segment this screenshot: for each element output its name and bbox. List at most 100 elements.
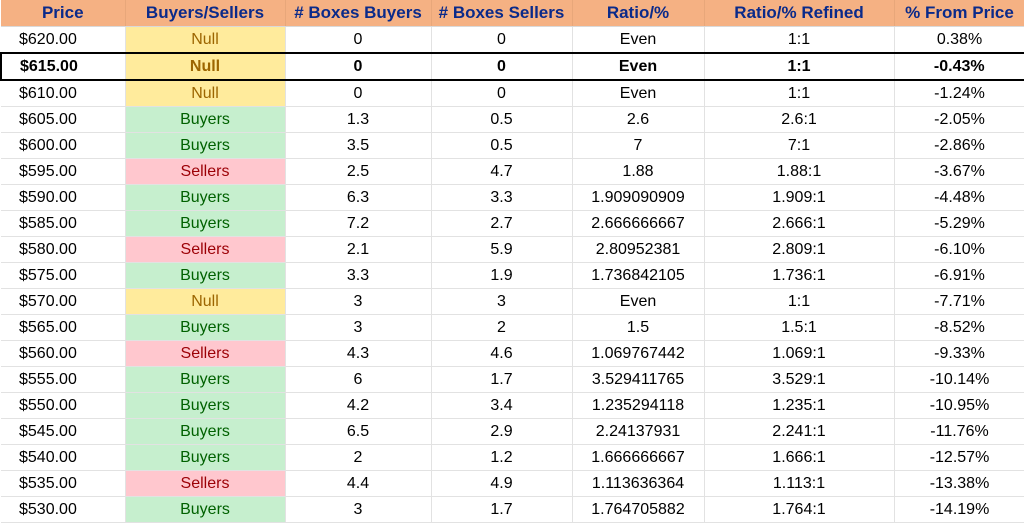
boxes-sellers-cell[interactable]: 0 [431,80,573,107]
buyers-sellers-cell[interactable]: Null [125,288,286,315]
pct-from-price-cell[interactable]: -3.67% [894,158,1024,185]
boxes-buyers-cell[interactable]: 6.5 [285,418,432,445]
boxes-sellers-cell[interactable]: 1.2 [431,444,573,471]
boxes-sellers-cell[interactable]: 3.4 [431,392,573,419]
pct-from-price-cell[interactable]: -2.86% [894,132,1024,159]
ratio-cell[interactable]: 1.069767442 [572,340,705,367]
pct-from-price-cell[interactable]: -8.52% [894,314,1024,341]
ratio-cell[interactable]: 2.666666667 [572,210,705,237]
buyers-sellers-cell[interactable]: Buyers [125,210,286,237]
buyers-sellers-cell[interactable]: Buyers [125,106,286,133]
pct-from-price-cell[interactable]: -12.57% [894,444,1024,471]
header-pct-from-price[interactable]: % From Price [894,0,1024,27]
pct-from-price-cell[interactable]: -5.29% [894,210,1024,237]
price-cell[interactable]: $590.00 [1,184,126,211]
boxes-sellers-cell[interactable]: 1.9 [431,262,573,289]
ratio-cell[interactable]: 2.80952381 [572,236,705,263]
ratio-refined-cell[interactable]: 1:1 [704,52,895,81]
boxes-sellers-cell[interactable]: 1.7 [431,496,573,523]
boxes-sellers-cell[interactable]: 0.5 [431,132,573,159]
ratio-cell[interactable]: 7 [572,132,705,159]
buyers-sellers-cell[interactable]: Sellers [125,340,286,367]
price-cell[interactable]: $555.00 [1,366,126,393]
boxes-buyers-cell[interactable]: 3.5 [285,132,432,159]
ratio-refined-cell[interactable]: 1.235:1 [704,392,895,419]
boxes-sellers-cell[interactable]: 0 [431,26,573,54]
pct-from-price-cell[interactable]: -11.76% [894,418,1024,445]
boxes-sellers-cell[interactable]: 5.9 [431,236,573,263]
header-boxes-sellers[interactable]: # Boxes Sellers [431,0,573,27]
boxes-buyers-cell[interactable]: 2 [285,444,432,471]
ratio-cell[interactable]: Even [572,288,705,315]
buyers-sellers-cell[interactable]: Buyers [125,132,286,159]
buyers-sellers-cell[interactable]: Buyers [125,314,286,341]
ratio-cell[interactable]: Even [572,80,705,107]
header-ratio[interactable]: Ratio/% [572,0,705,27]
ratio-cell[interactable]: 1.113636364 [572,470,705,497]
boxes-sellers-cell[interactable]: 4.9 [431,470,573,497]
boxes-buyers-cell[interactable]: 4.3 [285,340,432,367]
pct-from-price-cell[interactable]: -6.10% [894,236,1024,263]
boxes-buyers-cell[interactable]: 0 [285,26,432,54]
ratio-refined-cell[interactable]: 1.666:1 [704,444,895,471]
ratio-cell[interactable]: 1.736842105 [572,262,705,289]
boxes-sellers-cell[interactable]: 1.7 [431,366,573,393]
header-ratio-refined[interactable]: Ratio/% Refined [704,0,895,27]
buyers-sellers-cell[interactable]: Buyers [125,184,286,211]
price-cell[interactable]: $550.00 [1,392,126,419]
price-cell[interactable]: $610.00 [1,80,126,107]
pct-from-price-cell[interactable]: -6.91% [894,262,1024,289]
pct-from-price-cell[interactable]: -1.24% [894,80,1024,107]
boxes-sellers-cell[interactable]: 2.7 [431,210,573,237]
ratio-cell[interactable]: 1.5 [572,314,705,341]
pct-from-price-cell[interactable]: -14.19% [894,496,1024,523]
ratio-cell[interactable]: 1.764705882 [572,496,705,523]
boxes-buyers-cell[interactable]: 3 [285,288,432,315]
ratio-refined-cell[interactable]: 1.5:1 [704,314,895,341]
ratio-cell[interactable]: 1.909090909 [572,184,705,211]
ratio-refined-cell[interactable]: 1.113:1 [704,470,895,497]
price-cell[interactable]: $535.00 [1,470,126,497]
header-price[interactable]: Price [1,0,126,27]
ratio-cell[interactable]: Even [572,26,705,54]
boxes-buyers-cell[interactable]: 3 [285,496,432,523]
buyers-sellers-cell[interactable]: Buyers [125,366,286,393]
price-cell[interactable]: $545.00 [1,418,126,445]
boxes-buyers-cell[interactable]: 4.2 [285,392,432,419]
ratio-refined-cell[interactable]: 2.809:1 [704,236,895,263]
pct-from-price-cell[interactable]: -4.48% [894,184,1024,211]
ratio-refined-cell[interactable]: 2.6:1 [704,106,895,133]
boxes-buyers-cell[interactable]: 6 [285,366,432,393]
boxes-sellers-cell[interactable]: 4.6 [431,340,573,367]
boxes-buyers-cell[interactable]: 3.3 [285,262,432,289]
ratio-cell[interactable]: Even [572,52,705,81]
boxes-sellers-cell[interactable]: 0 [431,52,573,81]
buyers-sellers-cell[interactable]: Null [125,26,286,54]
ratio-refined-cell[interactable]: 3.529:1 [704,366,895,393]
buyers-sellers-cell[interactable]: Buyers [125,262,286,289]
boxes-buyers-cell[interactable]: 0 [285,80,432,107]
price-cell[interactable]: $605.00 [1,106,126,133]
ratio-refined-cell[interactable]: 1.764:1 [704,496,895,523]
buyers-sellers-cell[interactable]: Buyers [125,444,286,471]
boxes-buyers-cell[interactable]: 6.3 [285,184,432,211]
ratio-cell[interactable]: 2.24137931 [572,418,705,445]
price-cell[interactable]: $530.00 [1,496,126,523]
boxes-sellers-cell[interactable]: 3.3 [431,184,573,211]
price-cell[interactable]: $540.00 [1,444,126,471]
header-boxes-buyers[interactable]: # Boxes Buyers [285,0,432,27]
buyers-sellers-cell[interactable]: Sellers [125,236,286,263]
pct-from-price-cell[interactable]: -2.05% [894,106,1024,133]
boxes-sellers-cell[interactable]: 0.5 [431,106,573,133]
pct-from-price-cell[interactable]: -7.71% [894,288,1024,315]
ratio-cell[interactable]: 1.88 [572,158,705,185]
pct-from-price-cell[interactable]: -10.14% [894,366,1024,393]
boxes-buyers-cell[interactable]: 0 [285,52,432,81]
buyers-sellers-cell[interactable]: Null [125,52,286,81]
ratio-refined-cell[interactable]: 1.909:1 [704,184,895,211]
price-cell[interactable]: $615.00 [0,52,126,81]
buyers-sellers-cell[interactable]: Buyers [125,496,286,523]
ratio-refined-cell[interactable]: 1.736:1 [704,262,895,289]
ratio-refined-cell[interactable]: 1:1 [704,80,895,107]
boxes-buyers-cell[interactable]: 7.2 [285,210,432,237]
